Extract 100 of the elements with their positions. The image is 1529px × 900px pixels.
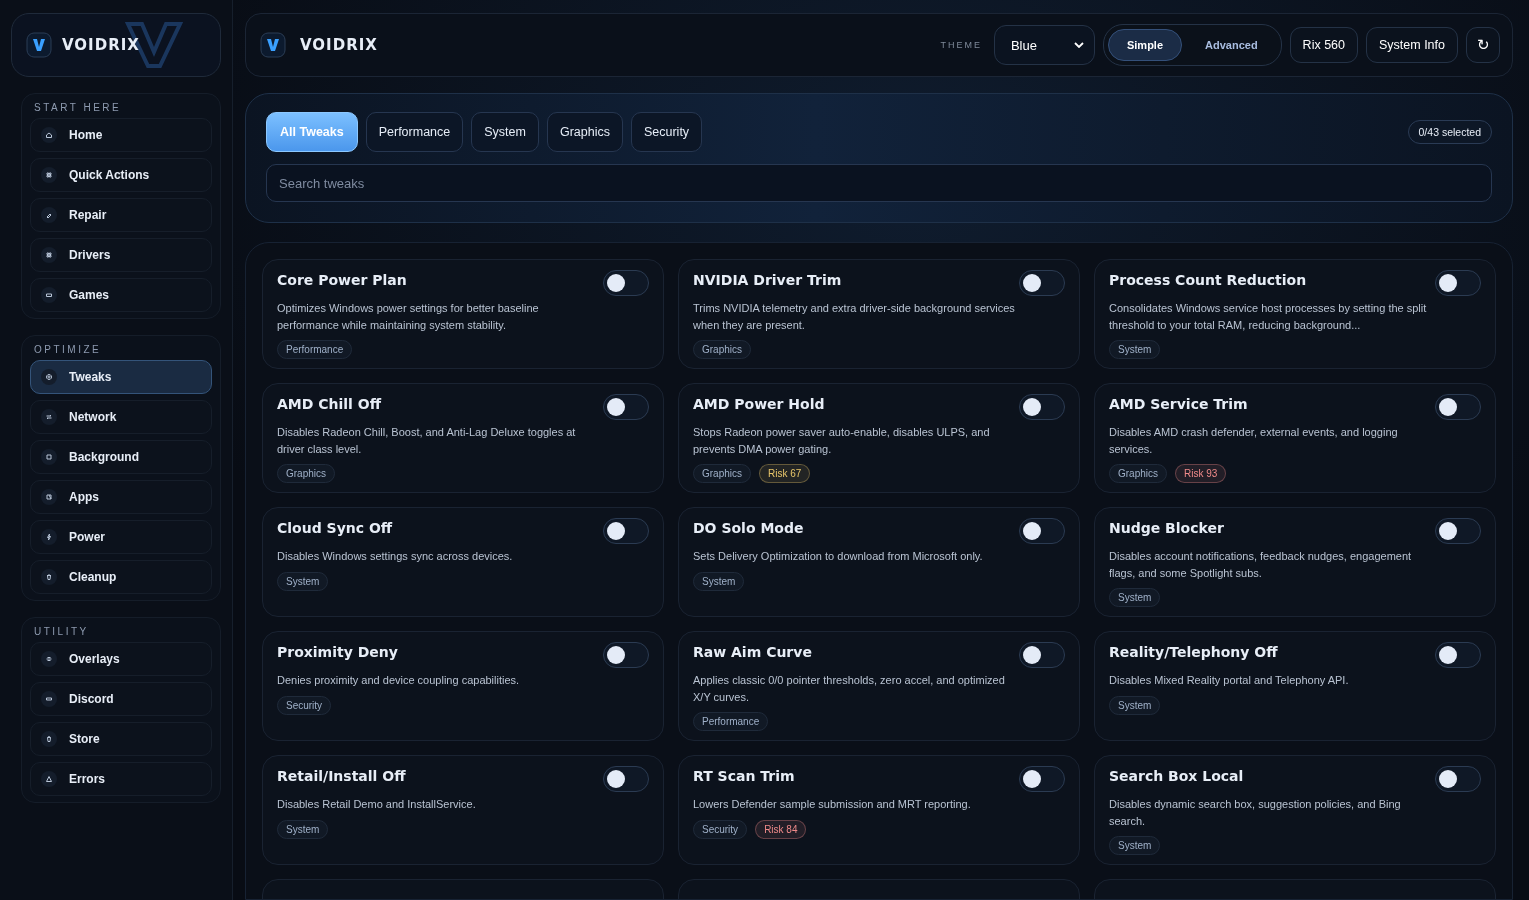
- header-button[interactable]: System Info: [1366, 27, 1458, 63]
- category-tag: System: [277, 819, 329, 839]
- nav-item[interactable]: Power: [30, 520, 212, 554]
- nav-icon: [41, 409, 57, 425]
- nav-icon: [41, 651, 57, 667]
- tweak-title: Cloud Sync Off: [277, 519, 393, 536]
- nav-icon: [41, 287, 57, 303]
- section-title: OPTIMIZE: [33, 344, 103, 355]
- nav-icon: [41, 247, 57, 263]
- tweak-description: Applies classic 0/0 pointer thresholds, zero accel, and optimized X/Y curves.: [693, 673, 1006, 705]
- theme-label: THEME: [940, 40, 982, 50]
- nav-icon: [41, 167, 57, 183]
- category-tag: Graphics: [1109, 464, 1167, 483]
- theme-dropdown[interactable]: Blue: [993, 25, 1095, 65]
- category-tag: Graphics: [277, 464, 335, 483]
- nav-icon: [41, 207, 57, 223]
- toggle-switch[interactable]: [603, 394, 649, 420]
- tweak-description: Optimizes Windows power settings for better baseline performance while maintaining system stability.: [277, 301, 540, 333]
- tweak-description: Denies proximity and device coupling capabilities.: [277, 673, 521, 688]
- nav-item[interactable]: Network: [30, 400, 212, 434]
- nav-icon: [41, 127, 57, 143]
- toggle-switch[interactable]: [1019, 766, 1065, 792]
- nav-item[interactable]: Store: [30, 722, 212, 756]
- tweak-description: Trims NVIDIA telemetry and extra driver-side background services when they are present.: [693, 301, 1015, 333]
- nav-item[interactable]: Cleanup: [30, 560, 212, 594]
- tweak-title: Core Power Plan: [277, 271, 407, 288]
- nav-item[interactable]: Home: [30, 118, 212, 152]
- nav-item[interactable]: Tweaks: [30, 360, 212, 394]
- tweak-title: Proximity Deny: [277, 643, 398, 660]
- toggle-switch[interactable]: [1019, 394, 1065, 420]
- tweak-description: Disables Retail Demo and InstallService.: [277, 797, 477, 812]
- v-logo-icon: [26, 32, 52, 58]
- tweak-title: Raw Aim Curve: [693, 643, 812, 660]
- tweak-title: AMD Service Trim: [1109, 395, 1248, 412]
- tweak-title: DO Solo Mode: [693, 519, 804, 536]
- toggle-switch[interactable]: [1435, 518, 1481, 544]
- tweak-description: Disables account notifications, feedback nudges, engagement flags, and some Spotlight subs.: [1109, 549, 1413, 581]
- nav-item[interactable]: Discord: [30, 682, 212, 716]
- filter-tab[interactable]: Security: [630, 112, 703, 152]
- toggle-switch[interactable]: [1435, 766, 1481, 792]
- nav-item[interactable]: Repair: [30, 198, 212, 232]
- nav-item[interactable]: Apps: [30, 480, 212, 514]
- section-title: UTILITY: [33, 626, 90, 637]
- toggle-switch[interactable]: [1019, 270, 1065, 296]
- v-logo-icon: [260, 32, 286, 58]
- nav-item[interactable]: Background: [30, 440, 212, 474]
- toggle-switch[interactable]: [1019, 518, 1065, 544]
- toggle-switch[interactable]: [603, 518, 649, 544]
- nav-item[interactable]: Overlays: [30, 642, 212, 676]
- tweak-description: Sets Delivery Optimization to download from Microsoft only.: [693, 549, 984, 564]
- tweak-description: Disables Windows settings sync across devices.: [277, 549, 514, 564]
- nav-icon: [41, 489, 57, 505]
- toggle-switch[interactable]: [1019, 642, 1065, 668]
- toggle-switch[interactable]: [603, 766, 649, 792]
- category-tag: Security: [277, 695, 332, 715]
- category-tag: System: [693, 571, 745, 591]
- section-title: START HERE: [33, 102, 123, 113]
- filter-tab[interactable]: System: [471, 112, 539, 152]
- nav-icon: [41, 449, 57, 465]
- filter-tab[interactable]: Graphics: [546, 112, 623, 152]
- nav-item[interactable]: Errors: [30, 762, 212, 796]
- refresh-button[interactable]: ↻: [1466, 27, 1500, 63]
- category-tag: System: [1109, 588, 1161, 607]
- toggle-switch[interactable]: [603, 642, 649, 668]
- tweak-description: Consolidates Windows service host processes by setting the split threshold to your total RAM, reducing background...: [1109, 301, 1428, 333]
- category-tag: Performance: [693, 712, 769, 731]
- header-button[interactable]: Rix 560: [1289, 27, 1358, 63]
- nav-icon: [41, 691, 57, 707]
- nav-item[interactable]: Quick Actions: [30, 158, 212, 192]
- risk-tag: Risk 93: [1175, 464, 1227, 483]
- tweak-description: Disables Mixed Reality portal and Telephony API.: [1109, 673, 1350, 688]
- toggle-switch[interactable]: [1435, 642, 1481, 668]
- category-tag: Performance: [277, 340, 353, 359]
- risk-tag: Risk 67: [759, 464, 811, 483]
- tweak-description: Disables dynamic search box, suggestion policies, and Bing search.: [1109, 797, 1402, 829]
- nav-icon: [41, 369, 57, 385]
- toggle-switch[interactable]: [603, 270, 649, 296]
- filter-tab[interactable]: Performance: [365, 112, 464, 152]
- tweak-title: Search Box Local: [1109, 767, 1244, 784]
- nav-item[interactable]: Drivers: [30, 238, 212, 272]
- category-tag: System: [1109, 340, 1161, 359]
- tweak-title: Reality/Telephony Off: [1109, 643, 1278, 660]
- tweak-title: RT Scan Trim: [693, 767, 795, 784]
- category-tag: System: [277, 571, 329, 591]
- toggle-switch[interactable]: [1435, 394, 1481, 420]
- tweak-title: Retail/Install Off: [277, 767, 406, 784]
- tweak-description: Disables AMD crash defender, external events, and logging services.: [1109, 425, 1399, 457]
- tweak-description: Lowers Defender sample submission and MRT reporting.: [693, 797, 972, 812]
- tweak-description: Disables Radeon Chill, Boost, and Anti-Lag Deluxe toggles at driver class level.: [277, 425, 577, 457]
- category-tag: System: [1109, 695, 1161, 715]
- search-field[interactable]: Search tweaks: [266, 164, 1492, 202]
- category-tag: Graphics: [693, 464, 751, 483]
- category-tag: Security: [693, 819, 748, 839]
- nav-item[interactable]: Games: [30, 278, 212, 312]
- category-tag: Graphics: [693, 340, 751, 359]
- mode-option[interactable]: Simple: [1107, 29, 1183, 61]
- toggle-switch[interactable]: [1435, 270, 1481, 296]
- tweak-description: Stops Radeon power saver auto-enable, disables ULPS, and prevents DMA power gating.: [693, 425, 991, 457]
- mode-option[interactable]: Advanced: [1186, 29, 1277, 61]
- chevron-down-icon: [1073, 42, 1084, 48]
